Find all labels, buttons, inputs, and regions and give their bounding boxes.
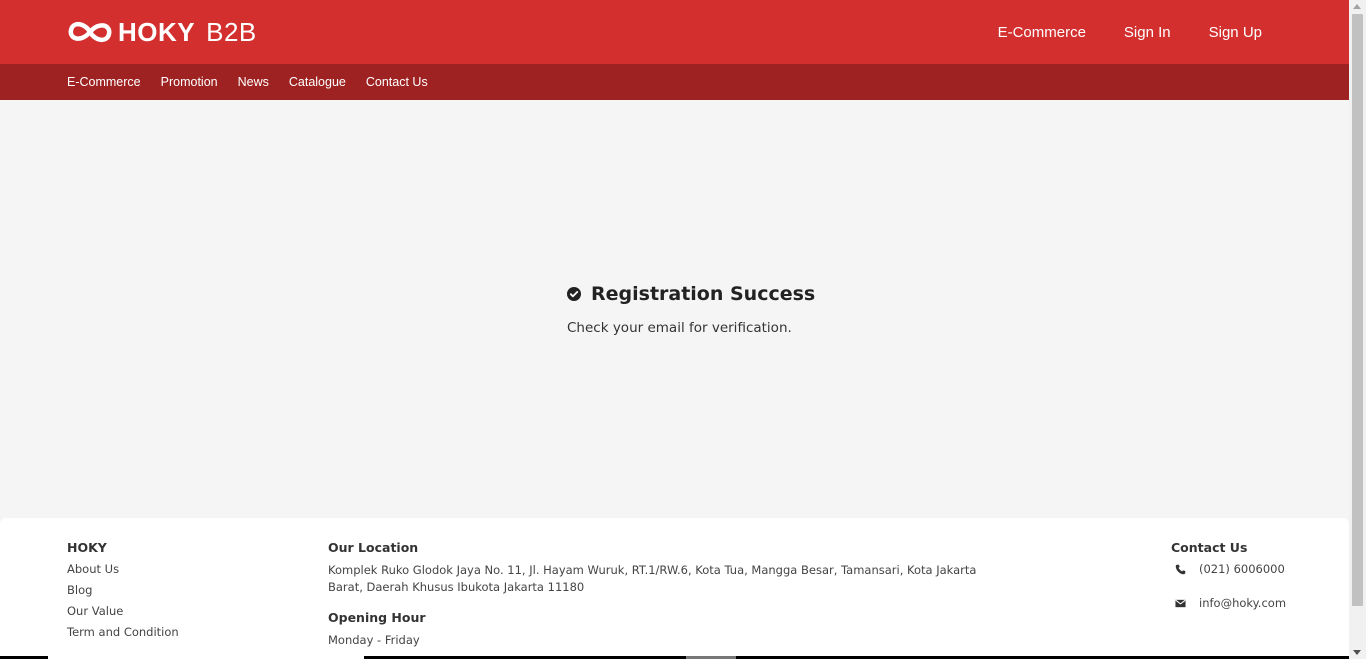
registration-success-panel: Registration Success Check your email fo… [567, 282, 827, 336]
scroll-down-arrow-icon[interactable] [1353, 650, 1361, 655]
subnav-item-catalogue[interactable]: Catalogue [289, 75, 346, 89]
top-header: HOKY B2B E-Commerce Sign In Sign Up [0, 0, 1349, 64]
logo-hoky-text: HOKY [118, 16, 196, 47]
success-title: Registration Success [591, 283, 816, 305]
subnav-item-contact-us[interactable]: Contact Us [366, 75, 428, 89]
footer-brand-heading: HOKY [67, 540, 107, 555]
mail-icon [1175, 599, 1186, 607]
footer-link-blog[interactable]: Blog [67, 583, 179, 597]
footer-location-heading: Our Location [328, 540, 419, 555]
main-content: Registration Success Check your email fo… [0, 100, 1349, 518]
top-nav: E-Commerce Sign In Sign Up [960, 0, 1262, 64]
scroll-up-arrow-icon[interactable] [1353, 4, 1361, 9]
footer-link-about-us[interactable]: About Us [67, 562, 179, 576]
footer-link-our-value[interactable]: Our Value [67, 604, 179, 618]
phone-icon [1175, 564, 1186, 574]
footer-address: Komplek Ruko Glodok Jaya No. 11, Jl. Hay… [328, 563, 977, 594]
success-message: Check your email for verification. [567, 320, 792, 336]
scroll-thumb[interactable] [1352, 14, 1363, 606]
vertical-scrollbar[interactable] [1349, 0, 1366, 659]
footer-contact-heading: Contact Us [1171, 540, 1248, 555]
check-circle-icon [567, 287, 581, 301]
footer-contact-column: Contact Us (021) 6006000 info@hoky.com [1171, 540, 1286, 630]
success-heading-row: Registration Success [567, 282, 827, 306]
subnav-item-ecommerce[interactable]: E-Commerce [67, 75, 141, 89]
footer-hours-heading: Opening Hour [328, 610, 426, 625]
footer-phone: (021) 6006000 [1199, 562, 1285, 576]
footer-location-column: Our Location Komplek Ruko Glodok Jaya No… [328, 540, 1008, 649]
footer-brand-column: HOKY About Us Blog Our Value Term and Co… [67, 540, 179, 646]
sign-in-link[interactable]: Sign In [1124, 24, 1171, 41]
hoky-b2b-logo[interactable]: HOKY B2B [67, 15, 257, 49]
footer-phone-row[interactable]: (021) 6006000 [1171, 562, 1286, 576]
top-link-ecommerce[interactable]: E-Commerce [998, 24, 1086, 41]
logo-b2b-text: B2B [206, 16, 257, 47]
footer-hours-days: Monday - Friday [328, 633, 420, 647]
subnav-item-promotion[interactable]: Promotion [161, 75, 218, 89]
subnav-item-news[interactable]: News [238, 75, 269, 89]
footer-email-row[interactable]: info@hoky.com [1171, 596, 1286, 610]
footer: HOKY About Us Blog Our Value Term and Co… [0, 518, 1349, 659]
footer-link-terms[interactable]: Term and Condition [67, 625, 179, 639]
logo-icon [68, 22, 112, 42]
footer-email: info@hoky.com [1199, 596, 1287, 610]
secondary-nav: E-Commerce Promotion News Catalogue Cont… [0, 64, 1349, 100]
sign-up-link[interactable]: Sign Up [1209, 24, 1262, 41]
